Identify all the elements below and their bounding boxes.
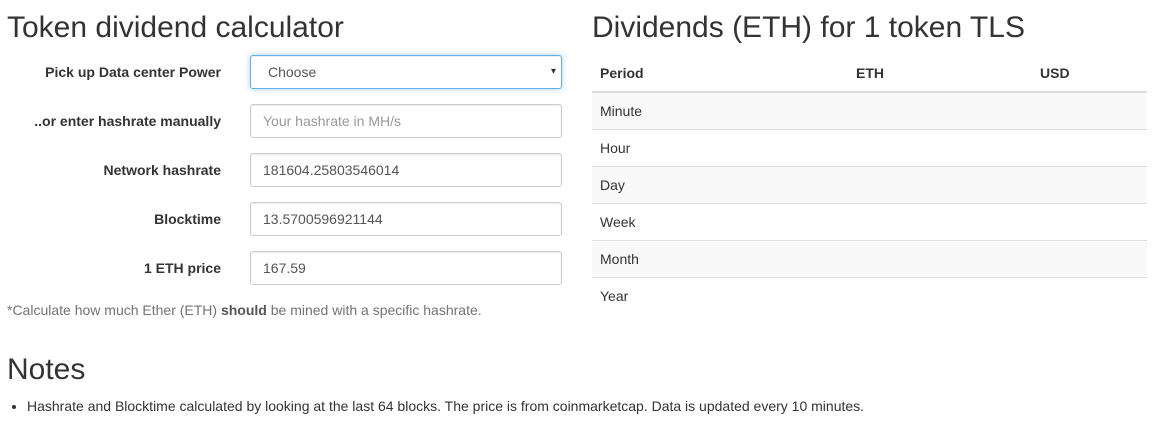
network-hashrate-input[interactable] xyxy=(250,153,562,187)
page: Token dividend calculator Pick up Data c… xyxy=(0,0,1158,421)
period-cell: Minute xyxy=(592,92,848,130)
hashrate-row: ..or enter hashrate manually xyxy=(7,104,567,138)
network-hashrate-label: Network hashrate xyxy=(103,162,221,178)
datacenter-select[interactable]: Choose ▾ xyxy=(250,55,562,89)
blocktime-input[interactable] xyxy=(250,202,562,236)
usd-cell xyxy=(1032,166,1147,204)
blocktime-row: Blocktime xyxy=(7,202,567,236)
notes-list: Hashrate and Blocktime calculated by loo… xyxy=(7,396,1147,416)
datacenter-label: Pick up Data center Power xyxy=(45,64,221,80)
blocktime-label: Blocktime xyxy=(154,211,221,227)
usd-cell xyxy=(1032,129,1147,167)
notes-section: Notes Hashrate and Blocktime calculated … xyxy=(7,352,1147,416)
table-row: Year xyxy=(592,277,1147,314)
eth-cell xyxy=(848,129,1032,167)
period-cell: Week xyxy=(592,203,848,241)
eth-price-input[interactable] xyxy=(250,251,562,285)
usd-cell xyxy=(1032,277,1147,314)
usd-cell xyxy=(1032,203,1147,241)
table-row: Minute xyxy=(592,92,1147,130)
table-row: Month xyxy=(592,240,1147,278)
dividends-section: Dividends (ETH) for 1 token TLS Period E… xyxy=(592,10,1147,314)
datacenter-selected-value: Choose xyxy=(268,64,317,80)
footnote-suffix: be mined with a specific hashrate. xyxy=(266,302,482,318)
chevron-down-icon: ▾ xyxy=(550,66,556,77)
hashrate-label: ..or enter hashrate manually xyxy=(34,113,221,129)
eth-cell xyxy=(848,277,1032,314)
usd-cell xyxy=(1032,92,1147,130)
column-header-usd: USD xyxy=(1032,54,1147,93)
network-hashrate-row: Network hashrate xyxy=(7,153,567,187)
table-row: Day xyxy=(592,166,1147,204)
calculator-section: Token dividend calculator Pick up Data c… xyxy=(7,10,567,318)
period-cell: Year xyxy=(592,277,848,314)
table-row: Hour xyxy=(592,129,1147,167)
eth-cell xyxy=(848,203,1032,241)
column-header-eth: ETH xyxy=(848,54,1032,93)
usd-cell xyxy=(1032,240,1147,278)
eth-cell xyxy=(848,240,1032,278)
period-cell: Day xyxy=(592,166,848,204)
dividends-table: Period ETH USD Minute Hour Day Week Mont… xyxy=(592,54,1147,314)
eth-price-row: 1 ETH price xyxy=(7,251,567,285)
notes-title: Notes xyxy=(7,353,86,386)
calculator-footnote: *Calculate how much Ether (ETH) should b… xyxy=(7,302,482,318)
footnote-bold: should xyxy=(220,302,267,318)
period-cell: Hour xyxy=(592,129,848,167)
footnote-prefix: *Calculate how much Ether (ETH) xyxy=(7,302,221,318)
eth-cell xyxy=(848,92,1032,130)
dividends-title: Dividends (ETH) for 1 token TLS xyxy=(592,11,1025,44)
column-header-period: Period xyxy=(592,54,848,93)
table-header-row: Period ETH USD xyxy=(592,54,1147,93)
eth-price-label: 1 ETH price xyxy=(143,260,221,276)
datacenter-row: Pick up Data center Power Choose ▾ xyxy=(7,55,567,89)
period-cell: Month xyxy=(592,240,848,278)
table-row: Week xyxy=(592,203,1147,241)
calculator-title: Token dividend calculator xyxy=(7,11,344,44)
eth-cell xyxy=(848,166,1032,204)
list-item: Hashrate and Blocktime calculated by loo… xyxy=(27,396,1147,416)
hashrate-input[interactable] xyxy=(250,104,562,138)
